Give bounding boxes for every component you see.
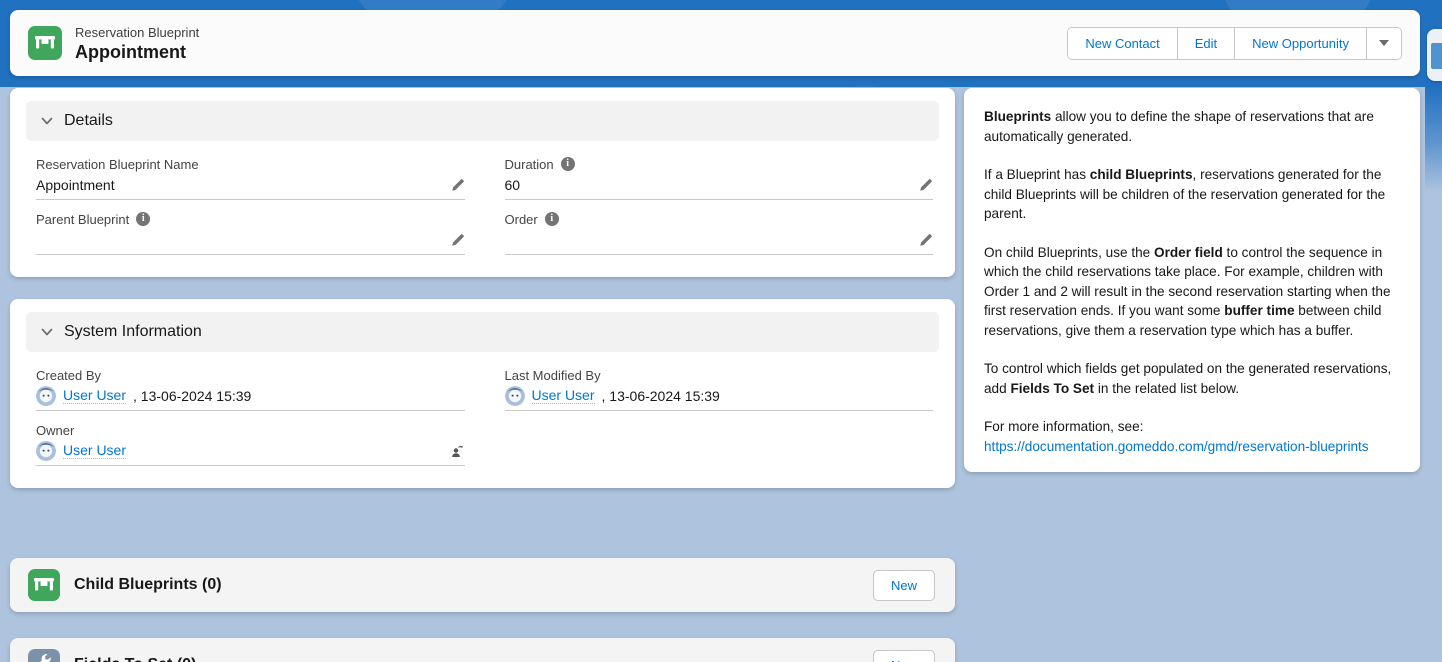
wrench-icon	[28, 649, 60, 662]
field-reservation-blueprint-name: Reservation Blueprint Name Appointment	[36, 155, 465, 200]
edit-field-button[interactable]	[918, 177, 933, 192]
owner-user-link[interactable]: User User	[63, 442, 126, 459]
avatar	[505, 386, 525, 406]
new-child-blueprint-button[interactable]: New	[873, 570, 935, 601]
edit-field-button[interactable]	[450, 232, 465, 247]
pencil-icon	[450, 177, 465, 192]
field-label: Created By	[36, 368, 101, 383]
last-modified-by-user-link[interactable]: User User	[532, 387, 595, 404]
details-section-header[interactable]: Details	[26, 101, 939, 141]
field-last-modified-by: Last Modified By User User , 13-06-2024 …	[505, 366, 934, 411]
field-label: Duration	[505, 157, 554, 172]
reservation-blueprint-icon	[28, 26, 62, 60]
field-label: Owner	[36, 423, 74, 438]
avatar	[36, 441, 56, 461]
created-by-timestamp: , 13-06-2024 15:39	[133, 388, 251, 404]
info-paragraph: Blueprints allow you to define the shape…	[984, 107, 1400, 146]
system-information-card: System Information Created By User User …	[10, 299, 955, 488]
blueprint-info-panel: Blueprints allow you to define the shape…	[964, 88, 1420, 472]
field-duration: Duration i 60	[505, 155, 934, 200]
avatar	[36, 386, 56, 406]
edit-field-button[interactable]	[918, 232, 933, 247]
record-actions: New Contact Edit New Opportunity	[1067, 27, 1402, 60]
new-opportunity-button[interactable]: New Opportunity	[1234, 28, 1366, 59]
created-by-user-link[interactable]: User User	[63, 387, 126, 404]
info-icon[interactable]: i	[545, 212, 559, 226]
pencil-icon	[918, 232, 933, 247]
details-card: Details Reservation Blueprint Name Appoi…	[10, 88, 955, 277]
info-paragraph: For more information, see: https://docum…	[984, 417, 1400, 456]
field-label: Parent Blueprint	[36, 212, 129, 227]
section-title: System Information	[64, 323, 202, 341]
record-page: Reservation Blueprint Appointment New Co…	[0, 0, 1442, 662]
info-paragraph: To control which fields get populated on…	[984, 359, 1400, 398]
field-owner: Owner User User	[36, 421, 465, 466]
chevron-down-icon	[1379, 40, 1389, 46]
edit-button[interactable]: Edit	[1177, 28, 1234, 59]
field-label: Order	[505, 212, 538, 227]
info-paragraph: If a Blueprint has child Blueprints, res…	[984, 165, 1400, 224]
pencil-icon	[450, 232, 465, 247]
page-title: Appointment	[75, 41, 199, 63]
info-icon[interactable]: i	[136, 212, 150, 226]
more-actions-button[interactable]	[1366, 28, 1401, 59]
change-owner-button[interactable]	[449, 443, 465, 459]
field-value: 60	[505, 177, 912, 193]
info-paragraph: On child Blueprints, use the Order field…	[984, 243, 1400, 341]
action-button-group: New Contact Edit New Opportunity	[1067, 27, 1402, 60]
change-owner-icon	[449, 443, 465, 459]
section-title: Details	[64, 112, 113, 130]
field-label: Reservation Blueprint Name	[36, 157, 199, 172]
field-created-by: Created By User User , 13-06-2024 15:39	[36, 366, 465, 411]
edit-field-button[interactable]	[450, 177, 465, 192]
field-order: Order i	[505, 210, 934, 255]
system-information-section-header[interactable]: System Information	[26, 312, 939, 352]
chevron-down-icon	[40, 325, 54, 339]
record-type-label: Reservation Blueprint	[75, 24, 199, 41]
field-value: Appointment	[36, 177, 443, 193]
record-header-card: Reservation Blueprint Appointment New Co…	[10, 10, 1420, 76]
related-list-title: Child Blueprints (0)	[74, 576, 222, 594]
fields-to-set-related-list[interactable]: Fields To Set (0) New	[10, 638, 955, 662]
info-more-label: For more information, see:	[984, 419, 1143, 434]
new-contact-button[interactable]: New Contact	[1068, 28, 1176, 59]
field-parent-blueprint: Parent Blueprint i	[36, 210, 465, 255]
pencil-icon	[918, 177, 933, 192]
documentation-link[interactable]: https://documentation.gomeddo.com/gmd/re…	[984, 437, 1369, 457]
new-field-to-set-button[interactable]: New	[873, 650, 935, 662]
record-header-titles: Reservation Blueprint Appointment	[75, 24, 199, 63]
child-blueprints-related-list[interactable]: Child Blueprints (0) New	[10, 558, 955, 612]
chevron-down-icon	[40, 114, 54, 128]
blueprint-desk-icon	[28, 569, 60, 601]
info-icon[interactable]: i	[561, 157, 575, 171]
field-label: Last Modified By	[505, 368, 601, 383]
related-list-title: Fields To Set (0)	[74, 656, 196, 662]
last-modified-by-timestamp: , 13-06-2024 15:39	[602, 388, 720, 404]
